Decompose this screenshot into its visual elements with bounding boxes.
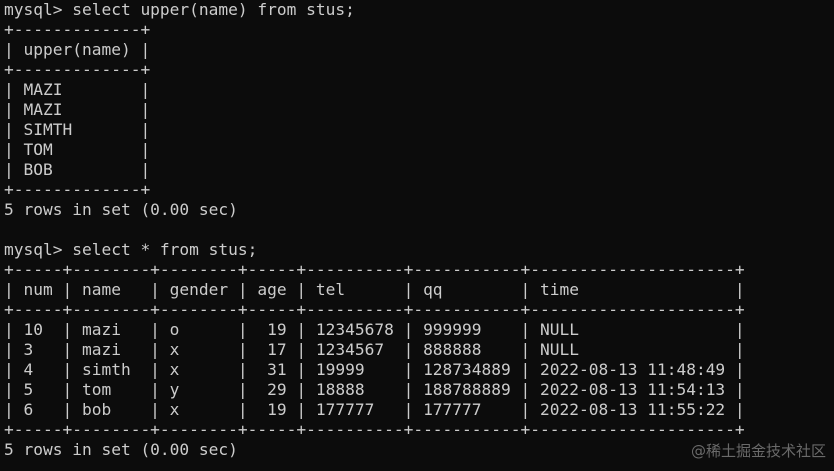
table-row: | SIMTH | [4, 120, 151, 139]
table-row: | 5 | tom | y | 29 | 18888 | 188788889 |… [4, 380, 745, 399]
table-row: | 6 | bob | x | 19 | 177777 | 177777 | 2… [4, 400, 745, 419]
table-row: | 3 | mazi | x | 17 | 1234567 | 888888 |… [4, 340, 745, 359]
table-row: | MAZI | [4, 100, 151, 119]
table-header-row: | upper(name) | [4, 40, 151, 59]
terminal-window[interactable]: mysql> select upper(name) from stus; +--… [4, 0, 830, 471]
table-border: +-----+--------+--------+-----+---------… [4, 260, 745, 279]
watermark-text: @稀土掘金技术社区 [690, 442, 826, 460]
table-border: +-------------+ [4, 20, 151, 39]
table-row: | 4 | simth | x | 31 | 19999 | 128734889… [4, 360, 745, 379]
result-status: 5 rows in set (0.00 sec) [4, 200, 238, 219]
table-row: | TOM | [4, 140, 151, 159]
table-row: | 10 | mazi | o | 19 | 12345678 | 999999… [4, 320, 745, 339]
table-border: +-----+--------+--------+-----+---------… [4, 300, 745, 319]
table-row: | BOB | [4, 160, 151, 179]
sql-command-line: mysql> select * from stus; [4, 240, 258, 259]
table-border: +-----+--------+--------+-----+---------… [4, 420, 745, 439]
table-row: | MAZI | [4, 80, 151, 99]
table-header-row: | num | name | gender | age | tel | qq |… [4, 280, 745, 299]
result-status: 5 rows in set (0.00 sec) [4, 440, 238, 459]
table-border: +-------------+ [4, 60, 151, 79]
table-border: +-------------+ [4, 180, 151, 199]
sql-command-line: mysql> select upper(name) from stus; [4, 0, 355, 19]
